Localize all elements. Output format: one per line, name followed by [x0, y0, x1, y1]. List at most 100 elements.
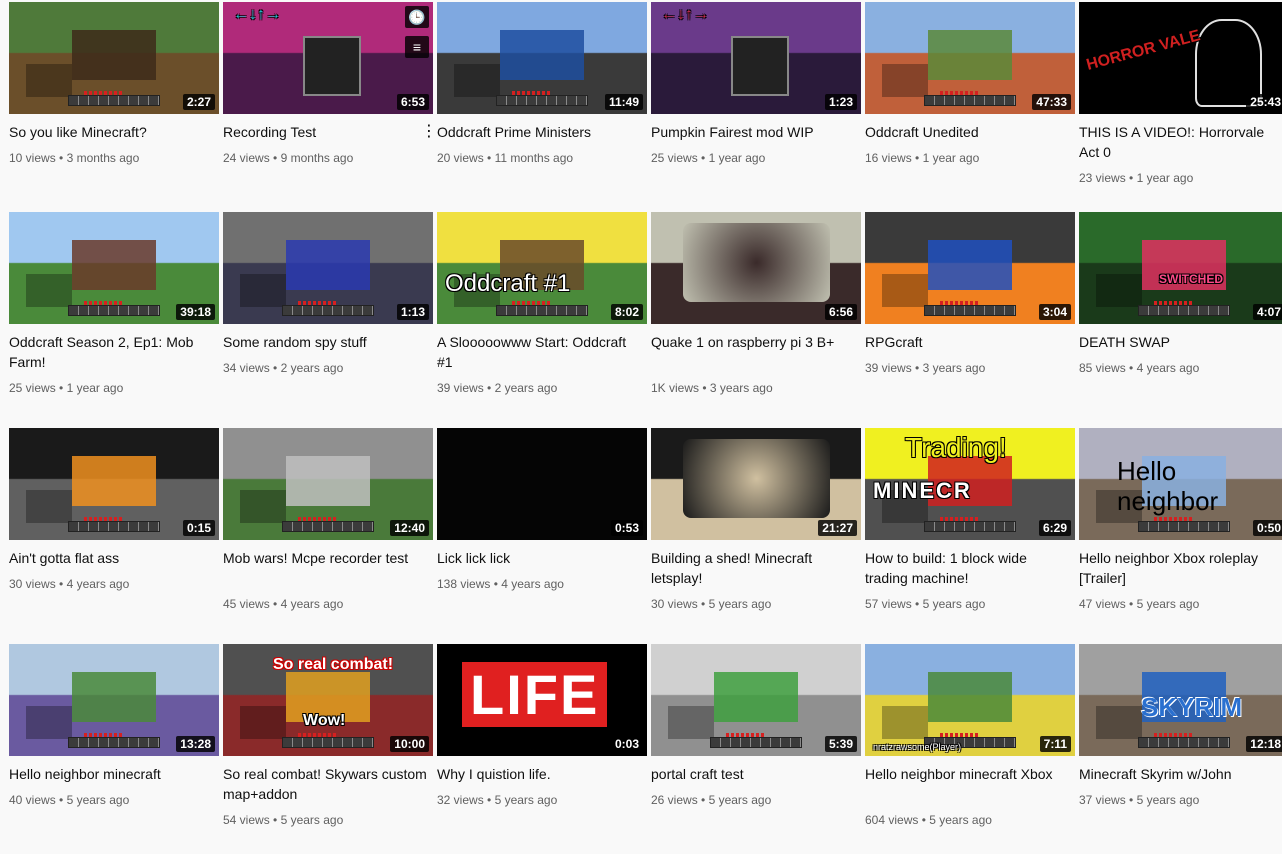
video-title[interactable]: Hello neighbor Xbox roleplay [Trailer]: [1079, 548, 1282, 588]
upload-age: 5 years ago: [929, 813, 992, 827]
video-thumbnail[interactable]: 3:04: [865, 212, 1075, 324]
video-thumbnail[interactable]: 5:39: [651, 644, 861, 756]
video-thumbnail[interactable]: nratzrawsome(Player) 7:11: [865, 644, 1075, 756]
video-card[interactable]: Oddcraft #1 8:02 A Slooooowww Start: Oddcr…: [437, 212, 647, 422]
video-title[interactable]: Oddcraft Season 2, Ep1: Mob Farm!: [9, 332, 214, 372]
video-title[interactable]: Pumpkin Fairest mod WIP: [651, 122, 856, 142]
video-title[interactable]: How to build: 1 block wide trading machi…: [865, 548, 1070, 588]
clock-icon[interactable]: 🕒: [405, 6, 429, 28]
video-title[interactable]: RPGcraft: [865, 332, 1070, 352]
video-card[interactable]: 1:13 Some random spy stuff 34 views • 2 ye…: [223, 212, 433, 422]
separator-dot: •: [697, 151, 709, 165]
upload-age: 4 years ago: [66, 577, 130, 591]
video-thumbnail[interactable]: ←↓↑→ 1:23: [651, 2, 861, 114]
video-title[interactable]: Building a shed! Minecraft letsplay!: [651, 548, 856, 588]
video-thumbnail[interactable]: HORROR VALE 25:43: [1079, 2, 1282, 114]
video-card[interactable]: 11:49 Oddcraft Prime Ministers 20 views • …: [437, 2, 647, 212]
video-card[interactable]: SWITCHED 4:07 DEATH SWAP 85 views • 4 years…: [1079, 212, 1282, 422]
video-title[interactable]: Some random spy stuff: [223, 332, 428, 352]
video-card[interactable]: 0:53 Lick lick lick 138 views • 4 years ag…: [437, 428, 647, 638]
video-card[interactable]: 2:27 So you like Minecraft? 10 views • 3 m…: [9, 2, 219, 212]
video-thumbnail[interactable]: LIFE 0:03: [437, 644, 647, 756]
separator-dot: •: [483, 793, 495, 807]
video-title[interactable]: Hello neighbor minecraft: [9, 764, 214, 784]
video-title[interactable]: A Slooooowww Start: Oddcraft #1: [437, 332, 642, 372]
video-title[interactable]: Quake 1 on raspberry pi 3 B+: [651, 332, 856, 352]
video-thumbnail[interactable]: SKYRIM 12:18: [1079, 644, 1282, 756]
video-thumbnail[interactable]: 39:18: [9, 212, 219, 324]
duration-badge: 25:43: [1246, 94, 1282, 110]
separator-dot: •: [911, 151, 923, 165]
scene-block: [453, 63, 500, 98]
video-card[interactable]: 13:28 Hello neighbor minecraft 40 views • …: [9, 644, 219, 854]
video-title[interactable]: So real combat! Skywars custom map+addon: [223, 764, 428, 804]
video-card[interactable]: ←↓↑→ 🕒 ≡ 6:53 Recording Test ⋮ 24 views • 9 mo…: [223, 2, 437, 212]
photo-subject: [682, 439, 830, 518]
scene-block: [881, 705, 928, 740]
video-card[interactable]: nratzrawsome(Player) 7:11 Hello neighbor m…: [865, 644, 1075, 854]
video-card[interactable]: 47:33 Oddcraft Unedited 16 views • 1 year …: [865, 2, 1075, 212]
video-metadata: 25 views • 1 year ago: [651, 150, 765, 166]
video-card[interactable]: Trading! MINECR 6:29 How to build: 1 block …: [865, 428, 1075, 638]
hotbar: [282, 521, 374, 532]
video-title[interactable]: Ain't gotta flat ass: [9, 548, 214, 568]
video-card[interactable]: Hello neighbor 0:50 Hello neighbor Xbox ro…: [1079, 428, 1282, 638]
scene-block: [25, 63, 72, 98]
video-card[interactable]: SKYRIM 12:18 Minecraft Skyrim w/John 37 vie…: [1079, 644, 1282, 854]
video-card[interactable]: 5:39 portal craft test 26 views • 5 years …: [651, 644, 861, 854]
duration-badge: 10:00: [390, 736, 429, 752]
video-title[interactable]: Recording Test: [223, 122, 428, 142]
video-thumbnail[interactable]: 0:53: [437, 428, 647, 540]
more-options-icon[interactable]: ⋮: [421, 122, 437, 142]
video-thumbnail[interactable]: 13:28: [9, 644, 219, 756]
duration-badge: 13:28: [176, 736, 215, 752]
video-thumbnail[interactable]: So real combat! Wow! 10:00: [223, 644, 433, 756]
video-title[interactable]: Lick lick lick: [437, 548, 642, 568]
video-thumbnail[interactable]: 21:27: [651, 428, 861, 540]
video-thumbnail[interactable]: 1:13: [223, 212, 433, 324]
video-thumbnail[interactable]: Hello neighbor 0:50: [1079, 428, 1282, 540]
thumbnail-caption-secondary: Wow!: [303, 712, 346, 729]
video-thumbnail[interactable]: ←↓↑→ 🕒 ≡ 6:53: [223, 2, 433, 114]
video-thumbnail[interactable]: 2:27: [9, 2, 219, 114]
hotbar: [924, 95, 1016, 106]
scene-block: [239, 273, 286, 308]
video-card[interactable]: ←↓↑→ 1:23 Pumpkin Fairest mod WIP 25 views …: [651, 2, 861, 212]
video-thumbnail[interactable]: 11:49: [437, 2, 647, 114]
arrow-strip: ←↓↑→: [233, 6, 281, 23]
video-title[interactable]: Hello neighbor minecraft Xbox: [865, 764, 1070, 784]
video-card[interactable]: 39:18 Oddcraft Season 2, Ep1: Mob Farm! 25…: [9, 212, 219, 422]
upload-age: 4 years ago: [501, 577, 564, 591]
video-card[interactable]: 3:04 RPGcraft 39 views • 3 years ago: [865, 212, 1075, 422]
video-metadata: 10 views • 3 months ago: [9, 150, 139, 166]
video-thumbnail[interactable]: SWITCHED 4:07: [1079, 212, 1282, 324]
scene-block: [928, 672, 1012, 723]
video-title[interactable]: THIS IS A VIDEO!: Horrorvale Act 0: [1079, 122, 1282, 162]
video-thumbnail[interactable]: 0:15: [9, 428, 219, 540]
video-card[interactable]: So real combat! Wow! 10:00 So real combat! …: [223, 644, 433, 854]
scene-block: [72, 672, 156, 723]
video-thumbnail[interactable]: Oddcraft #1 8:02: [437, 212, 647, 324]
video-card[interactable]: 6:56 Quake 1 on raspberry pi 3 B+ 1K views…: [651, 212, 861, 422]
queue-icon[interactable]: ≡: [405, 36, 429, 58]
video-title[interactable]: Oddcraft Prime Ministers: [437, 122, 642, 142]
video-title[interactable]: Oddcraft Unedited: [865, 122, 1070, 142]
video-card[interactable]: 0:15 Ain't gotta flat ass 30 views • 4 yea…: [9, 428, 219, 638]
video-title[interactable]: Minecraft Skyrim w/John: [1079, 764, 1282, 784]
video-thumbnail[interactable]: 6:56: [651, 212, 861, 324]
video-card[interactable]: 21:27 Building a shed! Minecraft letsplay…: [651, 428, 861, 638]
upload-age: 5 years ago: [708, 597, 772, 611]
video-thumbnail[interactable]: 12:40: [223, 428, 433, 540]
video-card[interactable]: 12:40 Mob wars! Mcpe recorder test 45 view…: [223, 428, 433, 638]
video-title[interactable]: DEATH SWAP: [1079, 332, 1282, 352]
view-count: 24 views: [223, 151, 270, 165]
video-title[interactable]: Why I quistion life.: [437, 764, 642, 784]
video-card[interactable]: LIFE 0:03 Why I quistion life. 32 views • 5…: [437, 644, 647, 854]
video-title[interactable]: portal craft test: [651, 764, 856, 784]
video-thumbnail[interactable]: Trading! MINECR 6:29: [865, 428, 1075, 540]
video-title[interactable]: So you like Minecraft?: [9, 122, 214, 142]
separator-dot: •: [55, 381, 67, 395]
video-thumbnail[interactable]: 47:33: [865, 2, 1075, 114]
video-title[interactable]: Mob wars! Mcpe recorder test: [223, 548, 428, 568]
video-card[interactable]: HORROR VALE 25:43 THIS IS A VIDEO!: Horror…: [1079, 2, 1282, 212]
